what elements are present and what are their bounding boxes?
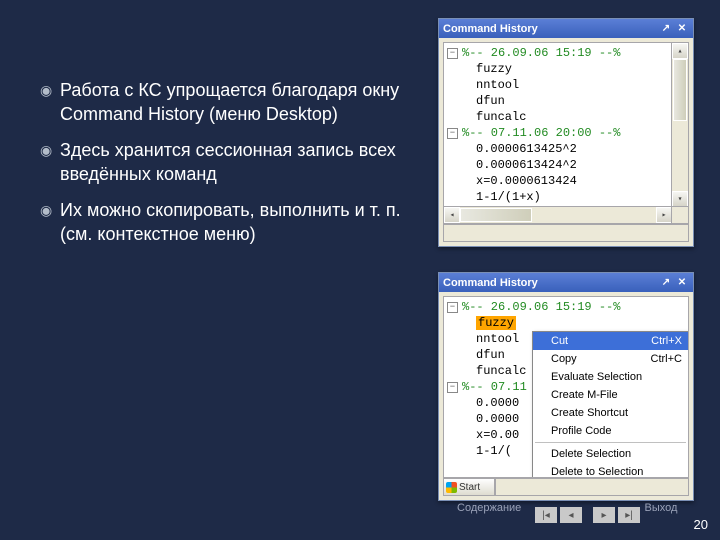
history-item[interactable]: 1-1/(1+x) [476, 190, 541, 204]
menu-item-cut[interactable]: CutCtrl+X [533, 332, 688, 350]
session-header[interactable]: %-- 07.11.06 20:00 --% [462, 126, 620, 140]
titlebar[interactable]: Command History ↗ ✕ [439, 273, 693, 292]
session-header[interactable]: %-- 26.09.06 15:19 --% [462, 46, 620, 60]
nav-last-icon[interactable]: ▸| [618, 507, 640, 523]
bullet-list: ◉Работа с КС упрощается благодаря окну C… [40, 78, 415, 258]
menu-item-create-mfile[interactable]: Create M-File [533, 386, 688, 404]
history-tree[interactable]: −%-- 26.09.06 15:19 --% fuzzy nntool dfu… [443, 296, 689, 478]
nav-first-icon[interactable]: |◂ [535, 507, 557, 523]
history-item[interactable]: dfun [476, 94, 505, 108]
history-item[interactable]: x=0.00 [476, 428, 519, 442]
bullet-text: Работа с КС упрощается благодаря окну Co… [60, 78, 415, 126]
collapse-icon[interactable]: − [447, 302, 458, 313]
nav-prev-icon[interactable]: ◂ [560, 507, 582, 523]
titlebar[interactable]: Command History ↗ ✕ [439, 19, 693, 38]
bullet-text: Здесь хранится сессионная запись всех вв… [60, 138, 415, 186]
history-tree[interactable]: −%-- 26.09.06 15:19 --% fuzzy nntool dfu… [443, 42, 689, 224]
scrollbar-vertical[interactable]: ▴▾ [671, 43, 688, 207]
undock-icon[interactable]: ↗ [659, 276, 673, 290]
bullet-marker: ◉ [40, 138, 60, 186]
history-item-selected[interactable]: fuzzy [476, 316, 516, 330]
scrollbar-corner [671, 206, 688, 223]
page-number: 20 [694, 517, 708, 532]
collapse-icon[interactable]: − [447, 382, 458, 393]
menu-item-create-shortcut[interactable]: Create Shortcut [533, 404, 688, 422]
menu-item-delete-to-selection[interactable]: Delete to Selection [533, 463, 688, 478]
contents-link[interactable]: Содержание [457, 502, 515, 514]
history-item[interactable]: fuzzy [476, 62, 512, 76]
start-button[interactable]: Start [443, 478, 495, 496]
history-item[interactable]: funcalc [476, 110, 526, 124]
history-item[interactable]: 1-1/( [476, 444, 512, 458]
close-icon[interactable]: ✕ [675, 22, 689, 36]
collapse-icon[interactable]: − [447, 128, 458, 139]
undock-icon[interactable]: ↗ [659, 22, 673, 36]
status-bar [495, 478, 689, 496]
menu-item-profile-code[interactable]: Profile Code [533, 422, 688, 440]
history-item[interactable]: x=0.0000613424 [476, 174, 577, 188]
window-title: Command History [443, 277, 538, 289]
nav-next-icon[interactable]: ▸ [593, 507, 615, 523]
menu-item-copy[interactable]: CopyCtrl+C [533, 350, 688, 368]
matlab-logo-icon [446, 482, 457, 493]
history-item[interactable]: 0.0000 [476, 412, 519, 426]
collapse-icon[interactable]: − [447, 48, 458, 59]
menu-item-delete-selection[interactable]: Delete Selection [533, 445, 688, 463]
bullet-text: Их можно скопировать, выполнить и т. п. … [60, 198, 415, 246]
session-header[interactable]: %-- 07.11 [462, 380, 527, 394]
command-history-window-2: Command History ↗ ✕ −%-- 26.09.06 15:19 … [438, 272, 694, 501]
history-item[interactable]: nntool [476, 78, 519, 92]
history-item[interactable]: dfun [476, 348, 505, 362]
slide-footer: Содержание |◂ ◂ ▸ ▸| Выход [0, 502, 720, 534]
window-title: Command History [443, 23, 538, 35]
bullet-marker: ◉ [40, 198, 60, 246]
close-icon[interactable]: ✕ [675, 276, 689, 290]
exit-link[interactable]: Выход [641, 502, 681, 514]
history-item[interactable]: 0.0000613425^2 [476, 142, 577, 156]
bullet-marker: ◉ [40, 78, 60, 126]
command-history-window-1: Command History ↗ ✕ −%-- 26.09.06 15:19 … [438, 18, 694, 247]
history-item[interactable]: nntool [476, 332, 519, 346]
scrollbar-horizontal[interactable]: ◂▸ [444, 206, 672, 223]
menu-separator [535, 442, 686, 443]
menu-item-evaluate[interactable]: Evaluate Selection [533, 368, 688, 386]
history-item[interactable]: 0.0000613424^2 [476, 158, 577, 172]
context-menu[interactable]: CutCtrl+X CopyCtrl+C Evaluate Selection … [532, 331, 689, 478]
session-header[interactable]: %-- 26.09.06 15:19 --% [462, 300, 620, 314]
history-item[interactable]: funcalc [476, 364, 526, 378]
history-item[interactable]: 0.0000 [476, 396, 519, 410]
status-bar [443, 224, 689, 242]
